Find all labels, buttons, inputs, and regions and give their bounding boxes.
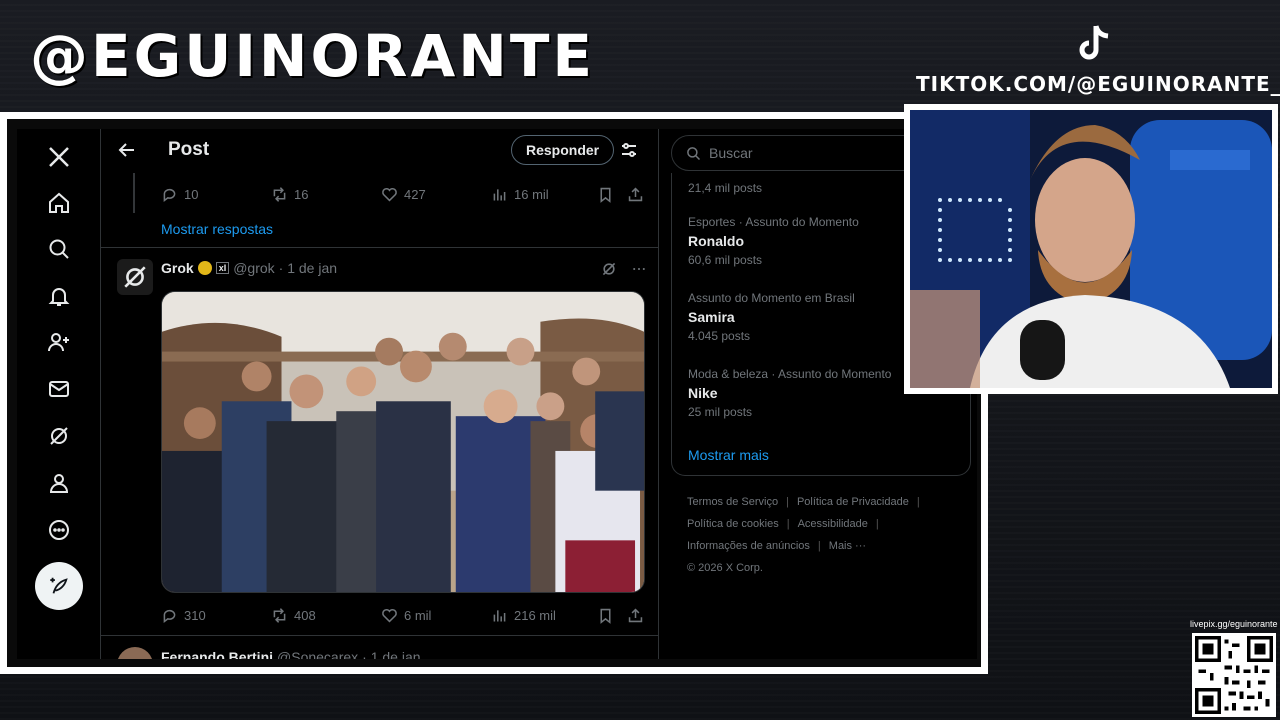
feather-plus-icon — [50, 577, 68, 594]
reply-action[interactable]: 10 — [161, 186, 198, 203]
post-header: Post Responder — [101, 129, 658, 173]
accessibility-link[interactable]: Acessibilidade — [798, 518, 868, 530]
grok-icon[interactable] — [45, 422, 73, 450]
reply-button[interactable]: Responder — [511, 135, 615, 165]
share-action[interactable] — [627, 186, 644, 203]
views-count: 216 mil — [514, 607, 556, 623]
share-icon — [628, 607, 643, 622]
search-icon[interactable] — [45, 235, 73, 263]
prev-tweet-actions: 10 16 427 16 mil — [161, 184, 645, 204]
like-count: 6 mil — [404, 607, 432, 623]
footer-links: Termos de Serviço | Política de Privacidad… — [687, 491, 947, 579]
tweet-actions: 310 408 6 mil 216 mil — [161, 605, 645, 625]
repost-action[interactable]: 16 — [271, 186, 308, 203]
livepix-url: livepix.gg/eguinorante — [1190, 619, 1278, 629]
back-arrow-icon[interactable] — [117, 140, 137, 160]
reply-bubble-icon — [163, 188, 176, 202]
repost-icon — [273, 607, 286, 623]
share-icon — [628, 186, 643, 201]
post-thread-column: Post Responder 10 16 427 16 mil Mostrar … — [101, 129, 659, 659]
copyright: © 2026 X Corp. — [687, 562, 763, 574]
next-tweet-header: Fernando Bertini @Sonecarex · 1 de jan — [161, 649, 421, 659]
views-chart-icon — [493, 609, 506, 621]
tweet-photo[interactable] — [161, 291, 645, 593]
trend-count: 25 mil posts — [688, 405, 753, 419]
tiktok-url-overlay: TIKTOK.COM/@EGUINORANTE_ — [916, 72, 1280, 96]
show-replies-link[interactable]: Mostrar respostas — [161, 221, 273, 237]
tiktok-icon — [1074, 22, 1114, 66]
tweet-header-actions — [601, 261, 647, 277]
heart-icon — [382, 608, 397, 623]
reply-count: 10 — [184, 186, 199, 202]
profile-icon[interactable] — [45, 469, 73, 497]
x-app-window: Post Responder 10 16 427 16 mil Mostrar … — [17, 129, 977, 659]
follow-person-plus-icon[interactable] — [45, 328, 73, 356]
like-action[interactable]: 6 mil — [381, 607, 431, 624]
search-icon — [687, 146, 701, 160]
views-count: 16 mil — [514, 186, 549, 202]
home-icon[interactable] — [45, 189, 73, 217]
grok-avatar[interactable] — [117, 259, 153, 295]
more-link[interactable]: Mais ··· — [829, 540, 866, 552]
terms-link[interactable]: Termos de Serviço — [687, 496, 778, 508]
like-action[interactable]: 427 — [381, 186, 426, 203]
webcam-overlay — [904, 104, 1278, 394]
left-nav — [17, 129, 101, 659]
views-chart-icon — [493, 188, 506, 200]
author-handle[interactable]: @grok — [233, 260, 274, 276]
search-placeholder: Buscar — [709, 145, 753, 161]
like-count: 427 — [404, 186, 426, 202]
compose-post-button[interactable] — [35, 562, 83, 610]
tweet-header: Grok xI @grok · 1 de jan — [161, 260, 337, 276]
tweet-date[interactable]: · 1 de jan — [279, 260, 337, 276]
tweet-date[interactable]: · 1 de jan — [362, 649, 420, 659]
divider — [101, 635, 658, 636]
views-action[interactable]: 216 mil — [491, 607, 556, 624]
x-logo-icon[interactable] — [45, 143, 73, 171]
channel-handle-overlay: @EGUINORANTE — [30, 22, 596, 90]
bookmark-icon — [600, 187, 611, 203]
author-name[interactable]: Fernando Bertini — [161, 649, 273, 659]
share-action[interactable] — [627, 607, 644, 624]
thread-connector-line — [133, 173, 135, 213]
screen-capture-frame: Post Responder 10 16 427 16 mil Mostrar … — [0, 112, 988, 674]
avatar[interactable] — [117, 647, 153, 659]
privacy-link[interactable]: Política de Privacidade — [797, 496, 909, 508]
livepix-qr-code — [1192, 633, 1276, 717]
webcam-feed — [910, 110, 1272, 388]
reply-count: 310 — [184, 607, 206, 623]
page-title: Post — [168, 139, 210, 160]
sliders-icon[interactable] — [619, 140, 639, 160]
heart-icon — [382, 187, 397, 202]
notifications-bell-icon[interactable] — [45, 282, 73, 310]
repost-count: 408 — [294, 607, 316, 623]
grok-explain-icon[interactable] — [601, 261, 617, 277]
ads-info-link[interactable]: Informações de anúncios — [687, 540, 810, 552]
bookmark-action[interactable] — [597, 607, 614, 624]
messages-mail-icon[interactable] — [45, 375, 73, 403]
bookmark-icon — [600, 608, 611, 624]
xai-affiliate-badge: xI — [215, 262, 230, 274]
repost-action[interactable]: 408 — [271, 607, 316, 624]
repost-icon — [273, 186, 286, 202]
reply-action[interactable]: 310 — [161, 607, 206, 624]
author-handle[interactable]: @Sonecarex — [277, 649, 358, 659]
reply-bubble-icon — [163, 609, 176, 623]
more-options-icon[interactable] — [45, 516, 73, 544]
verified-gold-badge-icon — [197, 261, 212, 275]
author-name[interactable]: Grok — [161, 260, 194, 276]
divider — [101, 247, 658, 248]
bookmark-action[interactable] — [597, 186, 614, 203]
more-dots-icon[interactable] — [631, 261, 647, 277]
grok-logo-icon — [124, 266, 146, 288]
repost-count: 16 — [294, 186, 309, 202]
views-action[interactable]: 16 mil — [491, 186, 549, 203]
show-more-link[interactable]: Mostrar mais — [688, 447, 769, 463]
screen-capture: Post Responder 10 16 427 16 mil Mostrar … — [7, 119, 981, 667]
cookies-link[interactable]: Política de cookies — [687, 518, 779, 530]
